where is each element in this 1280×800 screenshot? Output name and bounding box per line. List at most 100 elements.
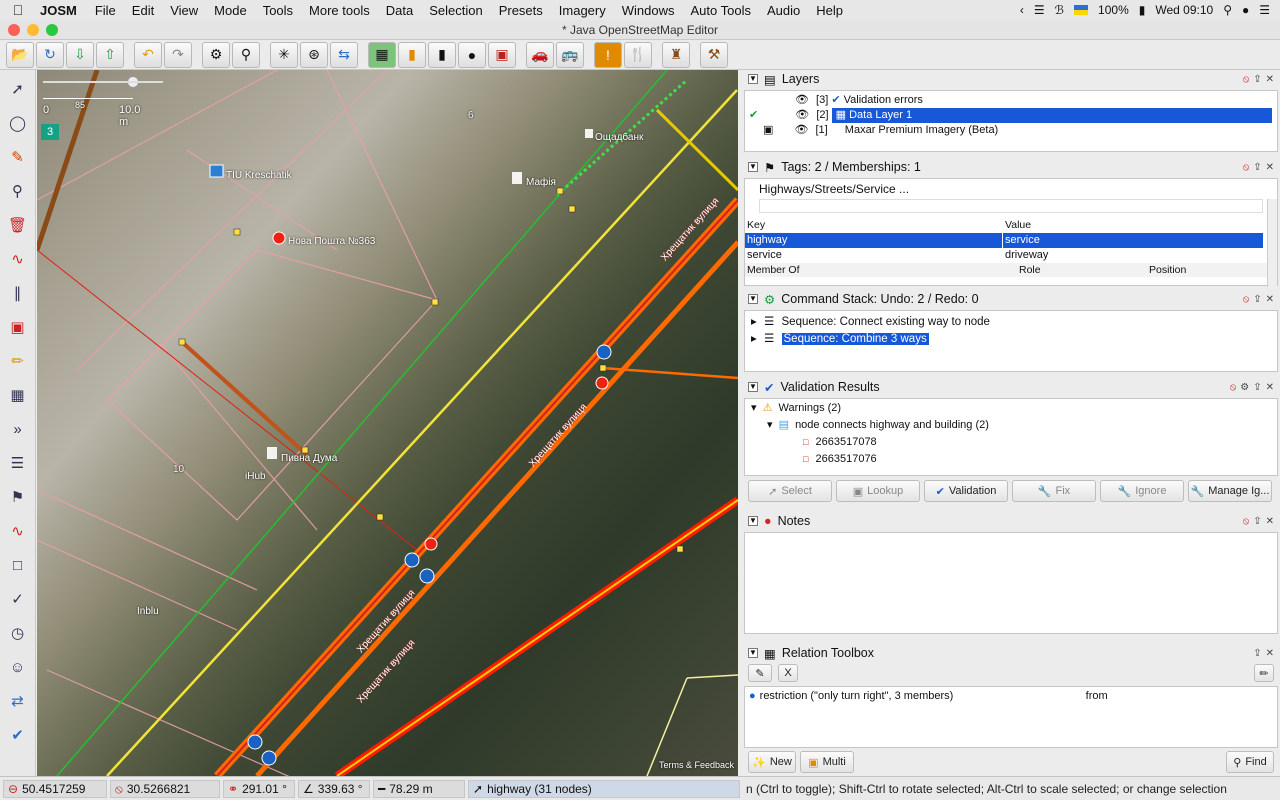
multipolygon-button[interactable]: ▣ Multi [800,751,854,773]
collapse-notes-icon[interactable]: ▼ [748,516,758,526]
warning-node-item[interactable]: □ 2663517078 [751,435,1271,452]
bluetooth-icon[interactable]: ℬ [1055,3,1064,17]
settings-icon[interactable]: ⚙ [1240,382,1249,393]
zoom-window-button[interactable] [46,24,58,36]
eye-icon[interactable]: 👁 [795,109,809,121]
tag-row-highway[interactable]: highway service [745,233,1263,248]
lookup-button[interactable]: ▣ Lookup [836,480,920,502]
download-icon[interactable]: ⇩ [66,41,94,68]
close-window-button[interactable] [8,24,20,36]
close-panel-icon[interactable]: ✕ [1266,516,1274,527]
barrier-wall-icon[interactable]: ▣ [488,41,516,68]
heading-field[interactable]: ⚭ 291.01 ° [223,779,295,798]
pin-icon[interactable]: ⇪ [1253,382,1261,393]
building-tool-icon[interactable]: ▦ [5,382,31,408]
close-panel-icon[interactable]: ✕ [1266,162,1274,173]
zoom-to-selection-icon[interactable]: ⚲ [232,41,260,68]
menu-data[interactable]: Data [378,3,421,18]
keyboard-layout-flag-icon[interactable] [1074,5,1089,15]
zoom-slider-track[interactable] [43,81,163,83]
add-member-icon[interactable]: ✎ [748,664,772,682]
pin-icon[interactable]: ⇪ [1253,516,1261,527]
collapse-tags-icon[interactable]: ▼ [748,162,758,172]
street-preset-icon[interactable]: ▮ [428,41,456,68]
map-label-tiu[interactable]: TIU Kreschatik [226,170,292,181]
pin-icon[interactable]: ⇪ [1253,162,1261,173]
pin-icon[interactable]: ⇪ [1253,74,1261,85]
notes-list[interactable] [744,532,1278,634]
upload-icon[interactable]: ⇧ [96,41,124,68]
bus-icon[interactable]: 🚌 [556,41,584,68]
role-header[interactable]: Role [1019,264,1149,276]
preferences-icon[interactable]: ⚙ [202,41,230,68]
imagery-terms-link[interactable]: Terms & Feedback [659,760,734,770]
close-panel-icon[interactable]: ✕ [1266,74,1274,85]
distance-field[interactable]: ━ 78.29 m [373,779,465,798]
selection-list-icon[interactable]: □ [5,552,31,578]
close-panel-icon[interactable]: ✕ [1266,382,1274,393]
command-row[interactable]: ▸ ☰ Sequence: Connect existing way to no… [751,315,1271,332]
hide-panel-icon[interactable]: ⦸ [1243,516,1250,527]
manage-ignore-button[interactable]: 🔧 Manage Ig... [1188,480,1272,502]
split-way-icon[interactable]: ✳ [270,41,298,68]
restaurant-icon[interactable]: 🍴 [624,41,652,68]
app-menu[interactable]: JOSM [36,3,87,18]
parallel-tool-icon[interactable]: ∥ [5,280,31,306]
map-label-inblu[interactable]: Inblu [137,606,159,617]
clear-relation-button[interactable]: X [778,664,798,682]
collapse-arrow-icon[interactable]: ▾ [767,419,773,431]
close-panel-icon[interactable]: ✕ [1266,294,1274,305]
menu-more-tools[interactable]: More tools [301,3,378,18]
chevron-left-icon[interactable]: ‹ [1020,3,1024,17]
select-button[interactable]: ➚ Select [748,480,832,502]
menu-tools[interactable]: Tools [255,3,301,18]
tag-key[interactable]: service [745,248,1003,263]
validation-button[interactable]: ✔ Validation [924,480,1008,502]
layer-row-imagery[interactable]: ▣ 👁 [1] Maxar Premium Imagery (Beta) [745,123,1277,138]
tag-value[interactable]: driveway [1003,248,1048,263]
menu-auto-tools[interactable]: Auto Tools [683,3,759,18]
factory-icon[interactable]: ⚒ [700,41,728,68]
warning-group-node[interactable]: ▾ ▤ node connects highway and building (… [751,418,1271,435]
map-label-oschadbank[interactable]: Ощадбанк [595,132,643,143]
zoom-tool-icon[interactable]: ⚲ [5,178,31,204]
layer-row-data-layer[interactable]: ✔ 👁 [2] ▦ Data Layer 1 [745,108,1277,123]
lasso-tool-icon[interactable]: ◯ [5,110,31,136]
fix-button[interactable]: 🔧 Fix [1012,480,1096,502]
pin-icon[interactable]: ⇪ [1253,648,1261,659]
relation-row[interactable]: ● restriction ("only turn right", 3 memb… [749,689,1273,704]
warning-node-item[interactable]: □ 2663517076 [751,452,1271,469]
menu-edit[interactable]: Edit [124,3,162,18]
traffic-signals-icon[interactable]: ● [458,41,486,68]
collapse-command-stack-icon[interactable]: ▼ [748,294,758,304]
draw-tool-icon[interactable]: ✎ [5,144,31,170]
collapse-layers-icon[interactable]: ▼ [748,74,758,84]
conflict-icon[interactable]: ⇄ [5,688,31,714]
close-panel-icon[interactable]: ✕ [1266,648,1274,659]
siri-icon[interactable]: ● [1242,3,1249,17]
hide-panel-icon[interactable]: ⦸ [1243,294,1250,305]
more-tools-icon[interactable]: » [5,416,31,442]
road-preset-icon[interactable]: ▮ [398,41,426,68]
car-icon[interactable]: 🚗 [526,41,554,68]
map-label-ihub[interactable]: iHub [245,471,266,482]
battery-percent[interactable]: 100% [1098,3,1129,17]
warning-sign-icon[interactable]: ! [594,41,622,68]
latitude-field[interactable]: ⊖ 50.4517259 [3,779,107,798]
preset-link[interactable]: Highways/Streets/Service ... [745,179,1277,199]
menu-imagery[interactable]: Imagery [551,3,614,18]
author-icon[interactable]: ☺ [5,654,31,680]
expand-arrow-icon[interactable]: ▸ [751,316,757,328]
key-column-header[interactable]: Key [747,219,1005,231]
reverse-way-icon[interactable]: ⇆ [330,41,358,68]
expand-arrow-icon[interactable]: ▸ [751,333,757,345]
eye-icon[interactable]: 👁 [795,94,809,106]
filter-icon[interactable]: ✓ [5,586,31,612]
tags-scrollbar[interactable] [1267,199,1277,287]
menu-help[interactable]: Help [808,3,851,18]
position-header[interactable]: Position [1149,264,1186,276]
map-label-nova-poshta[interactable]: Нова Пошта №363 [288,236,375,247]
menu-presets[interactable]: Presets [491,3,551,18]
menu-windows[interactable]: Windows [614,3,683,18]
tag-value[interactable]: service [1003,233,1040,248]
